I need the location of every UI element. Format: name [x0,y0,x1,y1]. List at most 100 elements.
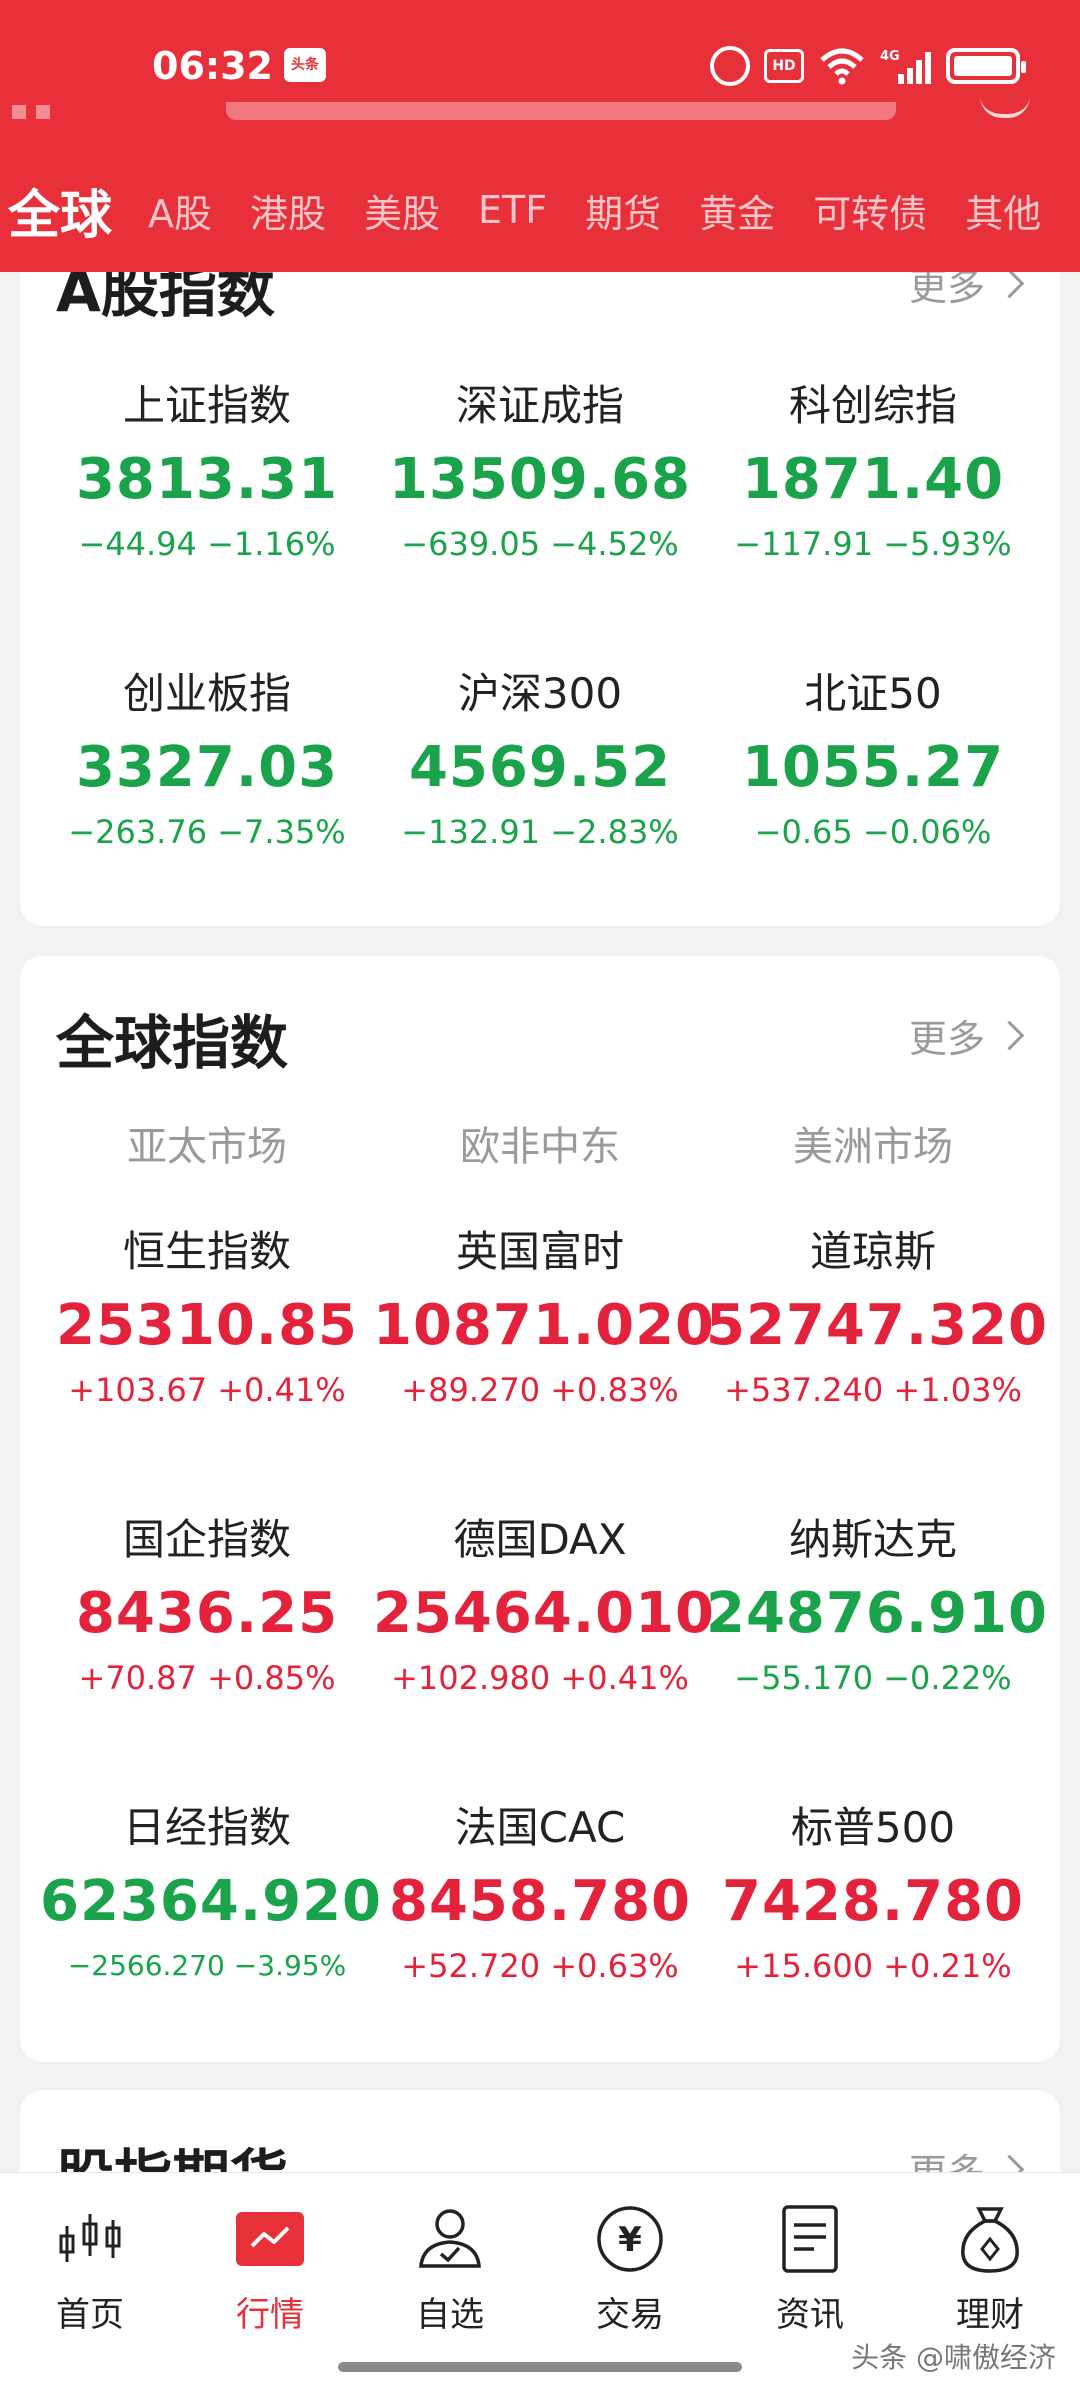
region-asia-pacific[interactable]: 亚太市场 [40,1114,374,1172]
index-change: +89.270 +0.83% [401,1371,679,1409]
watermark: 头条 @啸傲经济 [851,2341,1056,2374]
region-europe-africa-mideast[interactable]: 欧非中东 [373,1114,707,1172]
index-change: −44.94 −1.16% [78,525,336,563]
index-cell[interactable]: 英国富时 10871.020 +89.270 +0.83% [373,1224,715,1412]
index-value: 3327.03 [75,735,339,800]
chevron-right-icon [994,268,1025,299]
index-value: 4569.52 [408,735,672,800]
tab-convertible-bond[interactable]: 可转债 [813,183,927,238]
svg-text:4G: 4G [880,49,900,64]
nav-market[interactable]: 行情 [190,2201,350,2336]
header-right-peek [980,96,1030,118]
index-value: 3813.31 [75,447,339,512]
market-tabs: 全球 A股 港股 美股 ETF 期货 黄金 可转债 其他 [0,170,1079,250]
index-cell[interactable]: 标普500 7428.780 +15.600 +0.21% [706,1800,1040,1988]
index-cell[interactable]: 创业板指 3327.03 −263.76 −7.35% [40,666,374,854]
index-cell[interactable]: 上证指数 3813.31 −44.94 −1.16% [40,378,374,566]
index-name: 深证成指 [455,381,624,430]
search-bar[interactable] [226,102,896,120]
nav-trade[interactable]: ¥ 交易 [550,2201,710,2336]
market-chart-icon [232,2201,308,2277]
nav-label: 自选 [416,2295,484,2335]
tab-global[interactable]: 全球 [8,173,112,248]
top-header: 06:32 头条 HD 4G 全球 A股 港股 美股 ETF 期货 黄金 可转债… [0,0,1080,272]
index-name: 北证50 [804,669,942,718]
index-change: +103.67 +0.41% [68,1371,346,1409]
index-value: 10871.020 [373,1293,715,1358]
index-value: 25464.010 [373,1581,715,1646]
index-name: 科创综指 [788,381,957,430]
wifi-icon [818,46,866,86]
nav-label: 行情 [236,2295,304,2335]
tab-hk-stock[interactable]: 港股 [250,183,326,238]
index-name: 德国DAX [453,1515,627,1564]
index-name: 恒生指数 [122,1227,291,1276]
chevron-right-icon [994,1020,1025,1051]
nav-home[interactable]: 首页 [10,2201,170,2336]
index-value: 8436.25 [75,1581,339,1646]
index-name: 日经指数 [122,1803,291,1852]
status-bar: 06:32 头条 HD 4G [0,0,1080,136]
status-icons: HD 4G [710,44,1026,88]
index-change: −263.76 −7.35% [68,813,346,851]
index-change: +102.980 +0.41% [391,1659,689,1697]
index-change: +52.720 +0.63% [401,1947,679,1985]
index-cell[interactable]: 恒生指数 25310.85 +103.67 +0.41% [40,1224,374,1412]
index-value: 7428.780 [721,1869,1025,1934]
index-name: 道琼斯 [809,1227,936,1276]
index-cell[interactable]: 道琼斯 52747.320 +537.240 +1.03% [706,1224,1048,1412]
index-value: 13509.68 [388,447,692,512]
index-cell[interactable]: 德国DAX 25464.010 +102.980 +0.41% [373,1512,715,1700]
index-cell[interactable]: 沪深300 4569.52 −132.91 −2.83% [373,666,707,854]
index-value: 25310.85 [55,1293,359,1358]
index-name: 创业板指 [122,669,291,718]
global-more-link[interactable]: 更多 [909,1008,1025,1063]
index-change: −2566.270 −3.95% [67,1949,347,1982]
home-indicator[interactable] [338,2362,742,2372]
a-share-index-card: A股指数 更多 上证指数 3813.31 −44.94 −1.16% 深证成指 … [20,200,1060,926]
index-cell[interactable]: 科创综指 1871.40 −117.91 −5.93% [706,378,1040,566]
nav-watchlist[interactable]: 自选 [370,2201,530,2336]
index-value: 8458.780 [388,1869,692,1934]
index-cell[interactable]: 纳斯达克 24876.910 −55.170 −0.22% [706,1512,1048,1700]
tab-etf[interactable]: ETF [478,188,547,232]
tab-a-share[interactable]: A股 [148,183,212,238]
nav-wealth[interactable]: 理财 [910,2201,1070,2336]
nav-label: 首页 [56,2295,124,2335]
cellular-signal-icon: 4G [880,46,932,86]
index-value: 62364.920 [40,1869,382,1934]
tab-gold[interactable]: 黄金 [699,183,775,238]
index-change: +15.600 +0.21% [734,1947,1012,1985]
index-cell[interactable]: 日经指数 62364.920 −2566.270 −3.95% [40,1800,382,1988]
header-left-peek [12,104,82,119]
nav-label: 理财 [956,2295,1024,2335]
global-title: 全球指数 [56,1009,289,1077]
index-value: 24876.910 [706,1581,1048,1646]
tab-us-stock[interactable]: 美股 [364,183,440,238]
index-name: 纳斯达克 [788,1515,957,1564]
index-cell[interactable]: 法国CAC 8458.780 +52.720 +0.63% [373,1800,707,1988]
index-change: +70.87 +0.85% [78,1659,336,1697]
index-name: 标普500 [790,1803,956,1852]
index-cell[interactable]: 国企指数 8436.25 +70.87 +0.85% [40,1512,374,1700]
index-change: −132.91 −2.83% [401,813,679,851]
index-name: 英国富时 [455,1227,624,1276]
yuan-coin-icon: ¥ [592,2201,668,2277]
region-americas[interactable]: 美洲市场 [706,1114,1040,1172]
index-value: 1871.40 [741,447,1005,512]
status-time: 06:32 [152,44,273,88]
news-document-icon [772,2201,848,2277]
alarm-icon [710,46,750,86]
index-change: −117.91 −5.93% [734,525,1012,563]
index-value: 52747.320 [706,1293,1048,1358]
nav-label: 资讯 [776,2295,844,2335]
index-cell[interactable]: 北证50 1055.27 −0.65 −0.06% [706,666,1040,854]
nav-news[interactable]: 资讯 [730,2201,890,2336]
hd-icon: HD [764,49,804,83]
index-cell[interactable]: 深证成指 13509.68 −639.05 −4.52% [373,378,707,566]
tab-futures[interactable]: 期货 [585,183,661,238]
index-name: 上证指数 [122,381,291,430]
money-bag-icon [952,2201,1028,2277]
index-name: 沪深300 [457,669,623,718]
tab-other[interactable]: 其他 [965,183,1041,238]
